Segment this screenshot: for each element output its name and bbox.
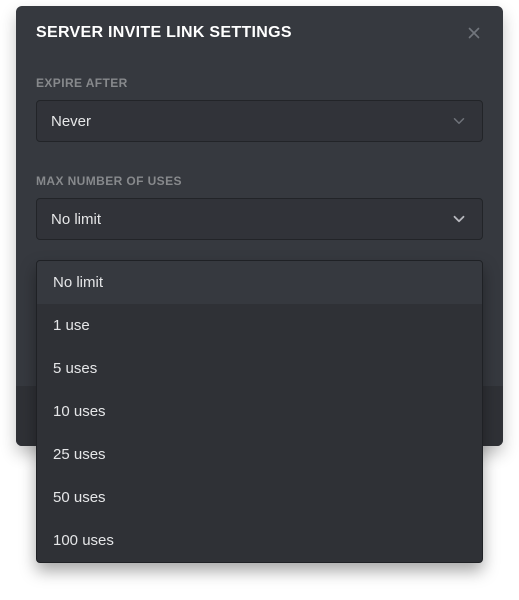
- dropdown-option[interactable]: 25 uses: [37, 433, 482, 476]
- dropdown-option[interactable]: No limit: [37, 261, 482, 304]
- dropdown-option[interactable]: 50 uses: [37, 476, 482, 519]
- modal-header: SERVER INVITE LINK SETTINGS: [36, 24, 483, 44]
- max-uses-value: No limit: [51, 211, 450, 228]
- close-button[interactable]: [465, 26, 483, 44]
- dropdown-option[interactable]: 1 use: [37, 304, 482, 347]
- dropdown-option[interactable]: 5 uses: [37, 347, 482, 390]
- modal-title: SERVER INVITE LINK SETTINGS: [36, 24, 292, 42]
- max-uses-dropdown: No limit 1 use 5 uses 10 uses 25 uses 50…: [36, 260, 483, 563]
- expire-after-label: EXPIRE AFTER: [36, 76, 483, 90]
- chevron-down-icon: [450, 112, 468, 130]
- dropdown-option[interactable]: 100 uses: [37, 519, 482, 562]
- expire-after-value: Never: [51, 113, 450, 130]
- max-uses-label: MAX NUMBER OF USES: [36, 174, 483, 188]
- chevron-down-icon: [450, 210, 468, 228]
- expire-after-select[interactable]: Never: [36, 100, 483, 142]
- max-uses-select[interactable]: No limit: [36, 198, 483, 240]
- close-icon: [465, 24, 483, 47]
- dropdown-option[interactable]: 10 uses: [37, 390, 482, 433]
